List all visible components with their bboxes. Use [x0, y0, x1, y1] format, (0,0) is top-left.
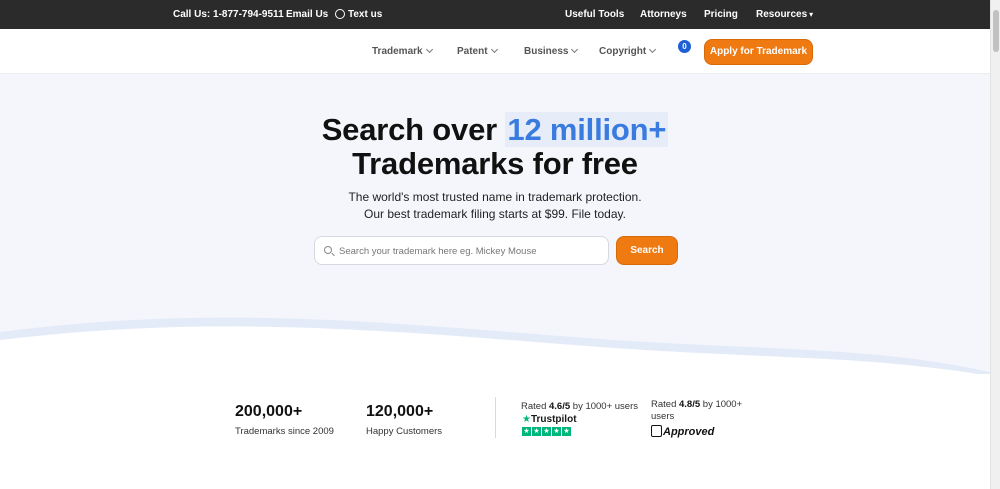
- trustpilot-star-icon: ★: [522, 414, 531, 425]
- text-us-link[interactable]: Text us: [335, 9, 382, 20]
- stats-divider: [495, 397, 496, 438]
- subtitle-line-2: Our best trademark filing starts at $99.…: [364, 207, 626, 221]
- cart-count-badge[interactable]: 0: [678, 40, 691, 53]
- star-icon: ★: [562, 427, 571, 436]
- star-icon: ★: [522, 427, 531, 436]
- chevron-down-icon: [425, 45, 433, 54]
- chevron-down-icon: [571, 45, 579, 54]
- hero-section: Search over 12 million+ Trademarks for f…: [0, 74, 990, 374]
- trustpilot-name: Trustpilot: [530, 414, 577, 425]
- search-box[interactable]: [314, 236, 609, 265]
- page-scrollbar[interactable]: [990, 0, 1000, 489]
- chevron-down-icon: [490, 45, 498, 54]
- rated-prefix: Rated: [651, 399, 679, 410]
- stat-trademarks-label: Trademarks since 2009: [235, 426, 334, 437]
- nav-patent[interactable]: Patent: [457, 45, 498, 57]
- star-icon: ★: [532, 427, 541, 436]
- shopper-score: 4.8/5: [679, 399, 701, 410]
- chevron-down-icon: ▾: [809, 10, 814, 19]
- trustpilot-logo[interactable]: ★Trustpilot: [522, 414, 577, 425]
- headline-line-2: Trademarks for free: [352, 146, 638, 181]
- email-us-link[interactable]: Email Us: [286, 9, 328, 20]
- shopper-rating-text-line2: users: [651, 411, 675, 422]
- stat-customers-label: Happy Customers: [366, 426, 443, 437]
- main-nav: Trademark Patent Business Copyright 0 Ap…: [0, 29, 990, 74]
- resources-menu[interactable]: Resources ▾: [756, 9, 813, 20]
- headline-highlight: 12 million+: [505, 112, 669, 147]
- shopper-approved-name: Approved: [663, 426, 715, 438]
- text-us-label: Text us: [348, 9, 383, 20]
- hero-wave-divider: [0, 317, 990, 374]
- trustpilot-score: 4.6/5: [549, 401, 571, 412]
- nav-patent-label: Patent: [457, 46, 488, 57]
- trustpilot-stars: ★ ★ ★ ★ ★: [522, 427, 571, 436]
- search-button[interactable]: Search: [616, 236, 678, 265]
- top-bar: Call Us: 1-877-794-9511 Email Us Text us…: [0, 0, 1000, 29]
- pricing-link[interactable]: Pricing: [704, 9, 738, 20]
- subtitle-line-1: The world's most trusted name in tradema…: [348, 190, 642, 204]
- star-icon: ★: [542, 427, 551, 436]
- nav-business[interactable]: Business: [524, 45, 579, 57]
- whatsapp-icon: [335, 9, 345, 19]
- useful-tools-link[interactable]: Useful Tools: [565, 9, 624, 20]
- rated-suffix: by 1000+ users: [570, 401, 639, 412]
- trademark-search-input[interactable]: [339, 243, 599, 259]
- apply-for-trademark-button[interactable]: Apply for Trademark: [704, 39, 813, 65]
- nav-copyright-label: Copyright: [599, 46, 647, 57]
- stat-customers-value: 120,000+: [366, 403, 434, 420]
- checkmark-icon: [651, 425, 662, 437]
- headline-text: Search over: [321, 112, 506, 147]
- resources-label: Resources: [756, 9, 808, 20]
- chevron-down-icon: [649, 45, 657, 54]
- trustpilot-rating-text: Rated 4.6/5 by 1000+ users: [521, 401, 638, 412]
- nav-trademark[interactable]: Trademark: [372, 45, 433, 57]
- scrollbar-thumb[interactable]: [993, 10, 999, 52]
- rated-suffix: by 1000+: [700, 399, 743, 410]
- nav-business-label: Business: [524, 46, 569, 57]
- rated-prefix: Rated: [521, 401, 549, 412]
- headline-line-1: Search over 12 million+: [0, 112, 990, 148]
- shopper-approved-logo[interactable]: Approved: [651, 425, 714, 438]
- star-icon: ★: [552, 427, 561, 436]
- nav-trademark-label: Trademark: [372, 46, 423, 57]
- attorneys-link[interactable]: Attorneys: [640, 9, 687, 20]
- call-us-link[interactable]: Call Us: 1-877-794-9511: [173, 9, 284, 20]
- stat-trademarks-value: 200,000+: [235, 403, 303, 420]
- shopper-rating-text: Rated 4.8/5 by 1000+: [651, 399, 742, 410]
- nav-copyright[interactable]: Copyright: [599, 45, 657, 57]
- search-icon: [324, 246, 332, 254]
